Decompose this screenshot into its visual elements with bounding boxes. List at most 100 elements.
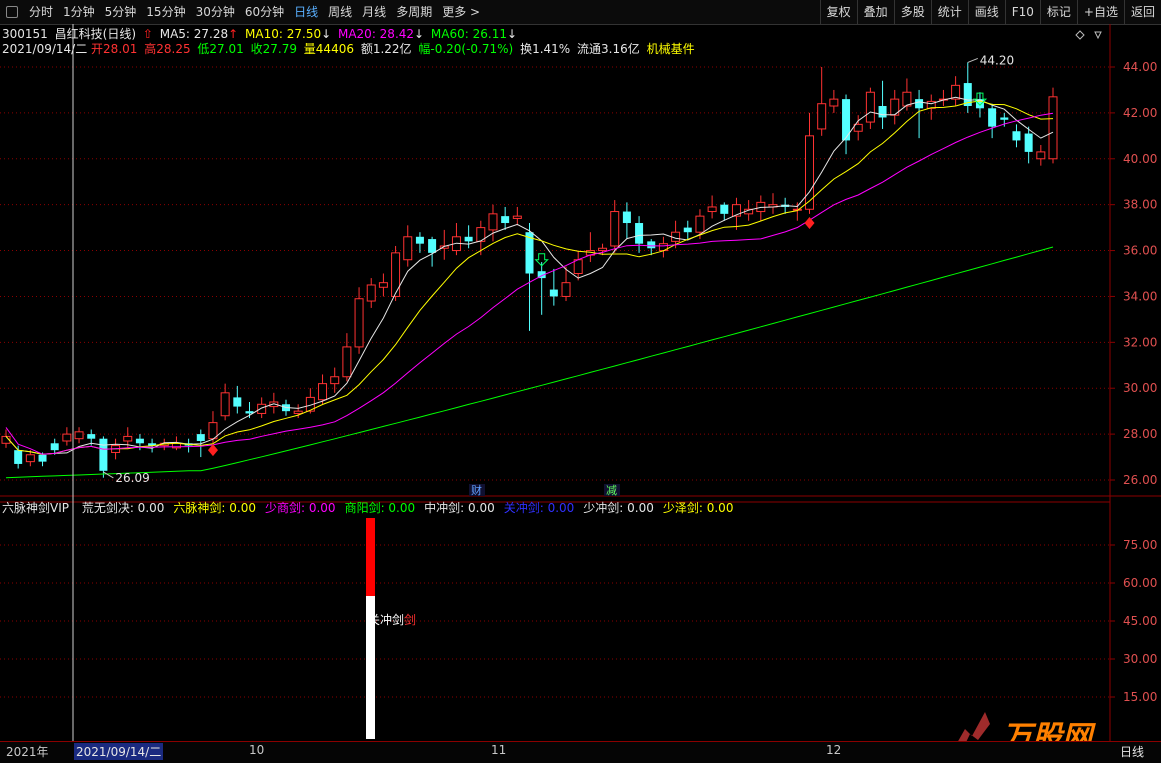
candle-body	[74, 431, 84, 440]
quote-low: 低27.01	[197, 42, 244, 56]
candle-body	[196, 434, 205, 441]
candle-body	[87, 434, 96, 439]
period-tab[interactable]: 更多 >	[437, 0, 485, 24]
toolbar-actions: 复权 叠加 多股 统计 画线 F10 标记 +自选 返回	[819, 0, 1161, 24]
indicator-tick-label: 30.00	[1123, 652, 1157, 666]
candle-body	[99, 438, 108, 471]
indicator-value: 关冲剑: 0.00	[503, 501, 575, 515]
candle-body	[233, 397, 242, 407]
candle-body	[50, 443, 59, 451]
candle-body	[354, 298, 364, 348]
candle-body	[415, 236, 424, 244]
candle-body	[123, 435, 133, 442]
indicator-tick-label: 45.00	[1123, 614, 1157, 628]
candle-body	[915, 99, 924, 109]
period-tab[interactable]: 1分钟	[58, 0, 100, 24]
candle-body	[1024, 133, 1033, 152]
candle-body	[25, 454, 35, 463]
toolbar-button[interactable]: +自选	[1076, 0, 1124, 24]
period-tab[interactable]: 分时	[24, 0, 58, 24]
price-tick-label: 30.00	[1123, 381, 1157, 395]
candle-body	[135, 438, 144, 444]
quote-turnover: 换1.41%	[520, 42, 571, 56]
candle-body	[403, 236, 413, 261]
indicator-value: 六脉神剑: 0.00	[173, 501, 256, 515]
ma10-label: MA10: 27.50	[245, 27, 322, 41]
toolbar-button[interactable]: 叠加	[856, 0, 894, 24]
period-tab[interactable]: 60分钟	[240, 0, 289, 24]
indicator-value: 荒无剑决: 0.00	[81, 501, 165, 515]
quote-change: 幅-0.20(-0.71%)	[418, 42, 514, 56]
quote-high: 高28.25	[144, 42, 191, 56]
quote-date: 2021/09/14/二	[2, 42, 88, 56]
indicator-tick-label: 75.00	[1123, 538, 1157, 552]
candle-body	[318, 383, 328, 401]
indicator-value: 少冲剑: 0.00	[583, 501, 654, 515]
period-tab[interactable]: 日线	[289, 0, 323, 24]
toolbar-button[interactable]: 标记	[1039, 0, 1077, 24]
toolbar-button[interactable]: 统计	[930, 0, 968, 24]
quote-amount: 额1.22亿	[360, 42, 412, 56]
candle-body	[342, 346, 352, 378]
candle-body	[647, 241, 656, 249]
toolbar-button[interactable]: F10	[1004, 0, 1040, 24]
indicator-tick-label: 15.00	[1123, 690, 1157, 704]
candle-body	[14, 450, 23, 464]
price-tick-label: 38.00	[1123, 198, 1157, 212]
price-tick-label: 42.00	[1123, 106, 1157, 120]
period-tab[interactable]: 5分钟	[100, 0, 142, 24]
window-icon[interactable]	[6, 6, 18, 18]
settings-diamond-icon[interactable]	[1075, 30, 1085, 40]
kline-chart[interactable]: 44.00 42.00 40.00 38.00 36.00 34.00 32.00 30.00…	[0, 24, 1161, 741]
period-tab[interactable]: 月线	[357, 0, 391, 24]
quote-open: 开28.01	[91, 42, 138, 56]
quote-sector[interactable]: 机械基件	[647, 42, 695, 56]
event-badge[interactable]: 财	[471, 483, 482, 497]
down-arrow-icon: ↓	[414, 27, 425, 41]
down-arrow-icon: ↓	[506, 27, 518, 41]
candle-body	[707, 206, 717, 213]
price-tick-label: 32.00	[1123, 335, 1157, 349]
toolbar-button[interactable]: 画线	[967, 0, 1005, 24]
collapse-icon[interactable]	[1094, 31, 1102, 40]
period-tabs: 分时 1分钟 5分钟 15分钟 30分钟 60分钟 日线 周线 月线 多周期 更多 >	[24, 0, 485, 24]
indicator-bar-label: 关冲剑	[368, 612, 404, 627]
candle-body	[622, 211, 631, 224]
period-tab[interactable]: 多周期	[391, 0, 437, 24]
toolbar-button[interactable]: 多股	[893, 0, 931, 24]
period-toolbar: 分时 1分钟 5分钟 15分钟 30分钟 60分钟 日线 周线 月线 多周期 更多 > 复权 叠加 多股…	[0, 0, 1161, 25]
period-tab[interactable]: 15分钟	[141, 0, 190, 24]
down-arrow-icon: ↓	[321, 27, 332, 41]
min-price-label: 26.09	[115, 471, 149, 485]
indicator-title[interactable]: 六脉神剑VIP	[2, 501, 69, 515]
quote-volume: 量44406	[303, 42, 354, 56]
min-pointer	[103, 471, 114, 479]
period-tab[interactable]: 30分钟	[191, 0, 240, 24]
candle-body	[512, 215, 522, 219]
candle-body	[695, 215, 705, 233]
toolbar-button[interactable]: 返回	[1123, 0, 1161, 24]
event-badge[interactable]: 减	[606, 484, 617, 497]
watermark-logo-icon	[958, 712, 990, 741]
candle-body	[391, 252, 401, 297]
month-label: 10	[249, 743, 265, 757]
candle-body	[988, 108, 997, 127]
period-tab[interactable]: 周线	[323, 0, 357, 24]
price-tick-label: 26.00	[1123, 473, 1157, 487]
ma5-label: MA5: 27.28	[159, 27, 229, 41]
candle-body	[1012, 131, 1021, 141]
candle-body	[817, 103, 827, 130]
candle-body	[464, 236, 473, 242]
candle-body	[549, 289, 558, 297]
quote-row: 2021/09/14/二 开28.01 高28.25 低27.01 收27.79…	[2, 40, 698, 57]
indicator-value: 少商剑: 0.00	[264, 501, 336, 515]
candle-body	[865, 91, 875, 123]
candle-body	[366, 284, 376, 302]
candle-body	[330, 376, 340, 385]
max-price-label: 44.20	[980, 53, 1014, 67]
candle-body	[428, 239, 437, 253]
indicator-bar-red	[366, 518, 375, 596]
candle-body	[635, 223, 644, 244]
price-tick-label: 44.00	[1123, 60, 1157, 74]
toolbar-button[interactable]: 复权	[819, 0, 857, 24]
